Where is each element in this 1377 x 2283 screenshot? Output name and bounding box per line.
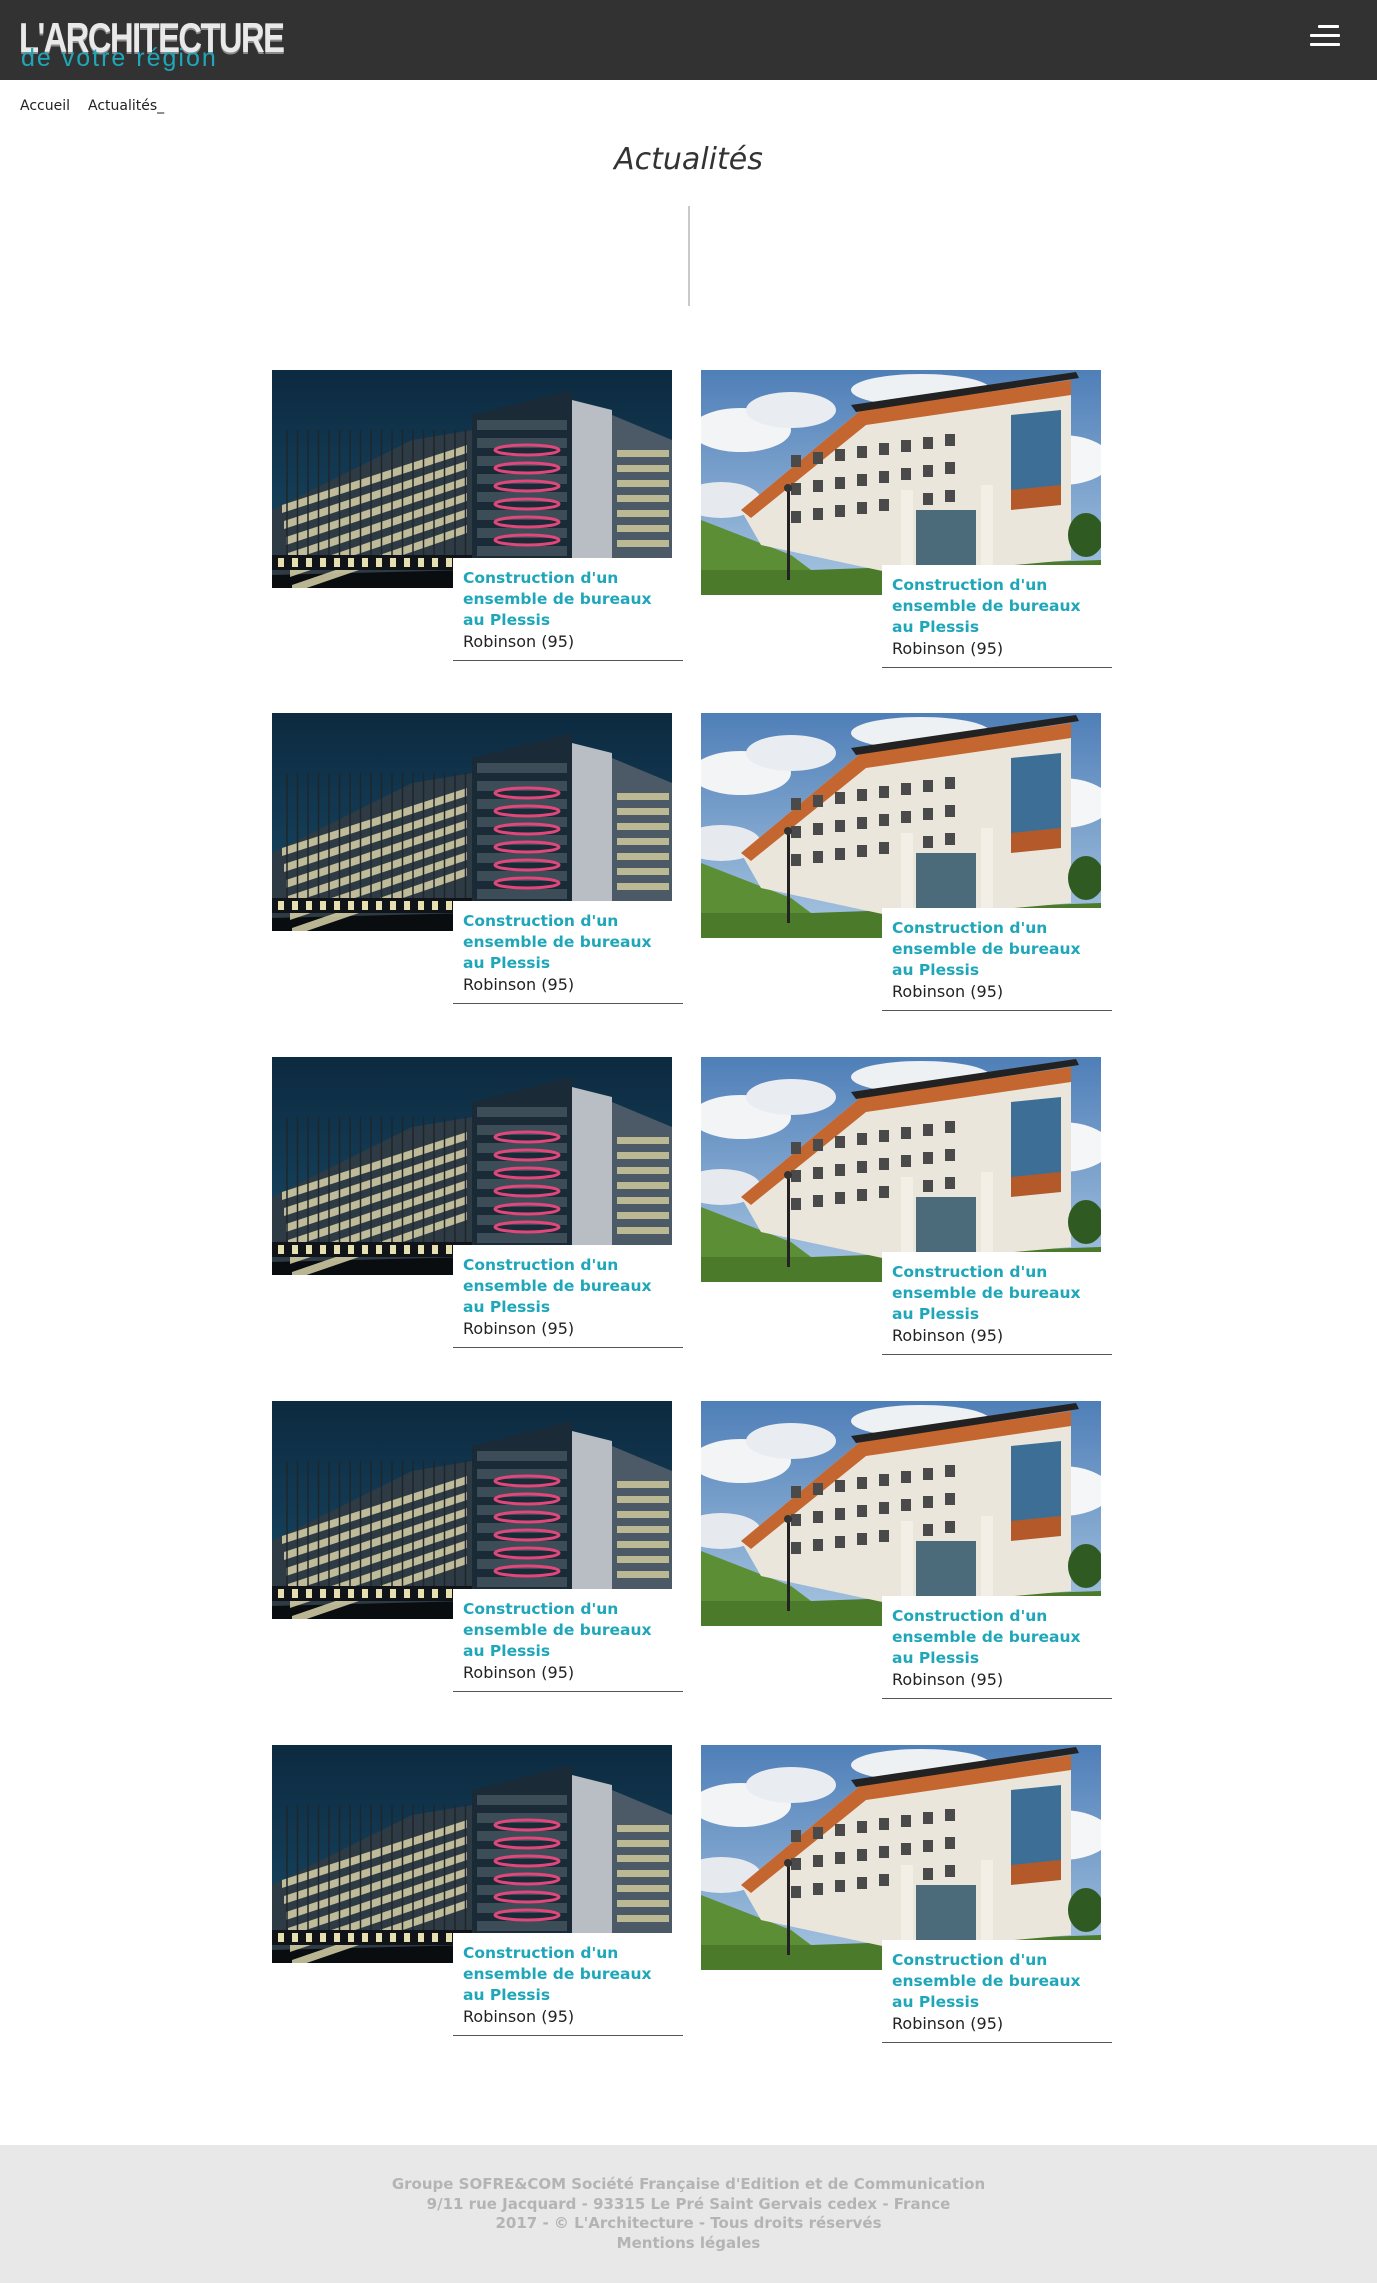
footer-address: 9/11 rue Jacquard - 93315 Le Pré Saint G…	[426, 2194, 951, 2213]
article-title[interactable]: Construction d'un ensemble de bureaux au…	[892, 1262, 1102, 1325]
logo-sub-text: de votre région	[21, 44, 218, 72]
white-building-photo[interactable]	[701, 713, 1101, 938]
article-title[interactable]: Construction d'un ensemble de bureaux au…	[463, 568, 673, 631]
article-subtitle: Robinson (95)	[463, 632, 575, 651]
article-card[interactable]: Construction d'un ensemble de bureaux au…	[272, 1057, 692, 1357]
office-night-photo[interactable]	[272, 1745, 672, 1963]
article-card[interactable]: Construction d'un ensemble de bureaux au…	[701, 713, 1121, 1013]
article-caption[interactable]: Construction d'un ensemble de bureaux au…	[882, 1940, 1112, 2043]
article-card[interactable]: Construction d'un ensemble de bureaux au…	[701, 1057, 1121, 1357]
white-building-photo[interactable]	[701, 1401, 1101, 1626]
breadcrumb-home[interactable]: Accueil	[20, 98, 70, 114]
article-subtitle: Robinson (95)	[463, 1319, 575, 1338]
site-footer: Groupe SOFRE&COM Société Française d'Edi…	[0, 2145, 1377, 2283]
article-caption[interactable]: Construction d'un ensemble de bureaux au…	[453, 1589, 683, 1692]
breadcrumb-current: Actualités_	[88, 98, 165, 114]
white-building-photo[interactable]	[701, 1745, 1101, 1970]
footer-legal-link[interactable]: Mentions légales	[617, 2234, 761, 2252]
footer-copyright: 2017 - © L'Architecture - Tous droits ré…	[495, 2214, 882, 2232]
article-card[interactable]: Construction d'un ensemble de bureaux au…	[272, 370, 692, 670]
article-subtitle: Robinson (95)	[463, 2007, 575, 2026]
hamburger-icon[interactable]	[1310, 22, 1346, 52]
office-night-photo[interactable]	[272, 713, 672, 931]
article-title[interactable]: Construction d'un ensemble de bureaux au…	[892, 1606, 1102, 1669]
page-title: Actualités	[614, 142, 763, 177]
office-night-photo[interactable]	[272, 1401, 672, 1619]
article-title[interactable]: Construction d'un ensemble de bureaux au…	[892, 1950, 1102, 2013]
article-caption[interactable]: Construction d'un ensemble de bureaux au…	[882, 908, 1112, 1011]
breadcrumb: Accueil Actualités_	[20, 98, 164, 114]
article-subtitle: Robinson (95)	[892, 982, 1004, 1001]
article-title[interactable]: Construction d'un ensemble de bureaux au…	[892, 918, 1102, 981]
white-building-photo[interactable]	[701, 370, 1101, 595]
article-caption[interactable]: Construction d'un ensemble de bureaux au…	[882, 1252, 1112, 1355]
article-title[interactable]: Construction d'un ensemble de bureaux au…	[463, 1943, 673, 2006]
article-card[interactable]: Construction d'un ensemble de bureaux au…	[272, 1745, 692, 2045]
article-caption[interactable]: Construction d'un ensemble de bureaux au…	[882, 565, 1112, 668]
footer-company: Groupe SOFRE&COM Société Française d'Edi…	[391, 2175, 986, 2193]
article-subtitle: Robinson (95)	[463, 975, 575, 994]
article-subtitle: Robinson (95)	[892, 2014, 1004, 2033]
article-caption[interactable]: Construction d'un ensemble de bureaux au…	[453, 558, 683, 661]
article-card[interactable]: Construction d'un ensemble de bureaux au…	[272, 713, 692, 1013]
article-subtitle: Robinson (95)	[892, 1670, 1004, 1689]
article-caption[interactable]: Construction d'un ensemble de bureaux au…	[882, 1596, 1112, 1699]
article-card[interactable]: Construction d'un ensemble de bureaux au…	[701, 370, 1121, 670]
article-subtitle: Robinson (95)	[892, 1326, 1004, 1345]
article-title[interactable]: Construction d'un ensemble de bureaux au…	[463, 1599, 673, 1662]
office-night-photo[interactable]	[272, 1057, 672, 1275]
article-subtitle: Robinson (95)	[463, 1663, 575, 1682]
article-title[interactable]: Construction d'un ensemble de bureaux au…	[463, 911, 673, 974]
article-subtitle: Robinson (95)	[892, 639, 1004, 658]
title-divider	[688, 206, 690, 306]
article-card[interactable]: Construction d'un ensemble de bureaux au…	[272, 1401, 692, 1701]
site-header: L'ARCHITECTURE de votre région	[0, 0, 1377, 80]
office-night-photo[interactable]	[272, 370, 672, 588]
article-caption[interactable]: Construction d'un ensemble de bureaux au…	[453, 901, 683, 1004]
article-title[interactable]: Construction d'un ensemble de bureaux au…	[463, 1255, 673, 1318]
article-card[interactable]: Construction d'un ensemble de bureaux au…	[701, 1401, 1121, 1701]
article-title[interactable]: Construction d'un ensemble de bureaux au…	[892, 575, 1102, 638]
site-logo[interactable]: L'ARCHITECTURE de votre région	[19, 14, 285, 72]
white-building-photo[interactable]	[701, 1057, 1101, 1282]
article-card[interactable]: Construction d'un ensemble de bureaux au…	[701, 1745, 1121, 2045]
article-caption[interactable]: Construction d'un ensemble de bureaux au…	[453, 1933, 683, 2036]
article-caption[interactable]: Construction d'un ensemble de bureaux au…	[453, 1245, 683, 1348]
